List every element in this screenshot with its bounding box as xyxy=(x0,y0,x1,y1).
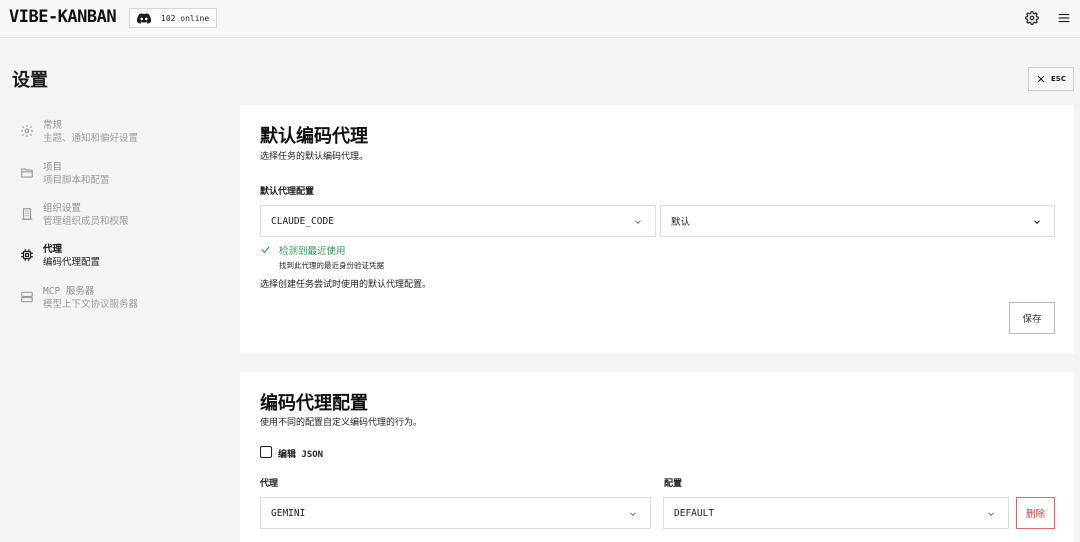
config-label: 配置 xyxy=(664,479,683,489)
sidebar-item-subtitle: 管理组织成员和权限 xyxy=(43,216,129,227)
edit-json-checkbox[interactable] xyxy=(260,446,272,458)
esc-label: ESC xyxy=(1051,75,1066,83)
default-agent-description: 选择任务的默认编码代理。 xyxy=(260,152,369,162)
default-agent-value: CLAUDE_CODE xyxy=(271,215,334,227)
sidebar-item-general[interactable]: 常规 主题、通知和偏好设置 xyxy=(20,120,230,156)
sidebar-item-organization[interactable]: 组织设置 管理组织成员和权限 xyxy=(20,203,230,239)
chevron-down-icon xyxy=(1034,220,1040,224)
agent-config-title: 编码代理配置 xyxy=(260,393,368,414)
discord-online-badge[interactable]: 102 online xyxy=(129,8,217,28)
config-value: DEFAULT xyxy=(674,507,715,519)
default-config-label: 默认代理配置 xyxy=(260,187,315,197)
agent-label: 代理 xyxy=(260,479,279,489)
cpu-icon xyxy=(21,249,33,261)
sidebar-item-subtitle: 项目脚本和配置 xyxy=(43,175,110,186)
default-agent-card: 默认编码代理 选择任务的默认编码代理。 默认代理配置 CLAUDE_CODE 默… xyxy=(240,105,1074,353)
sidebar-item-subtitle: 主题、通知和偏好设置 xyxy=(43,133,139,144)
default-agent-title: 默认编码代理 xyxy=(260,126,368,147)
default-config-help: 选择创建任务尝试时使用的默认代理配置。 xyxy=(260,280,432,290)
top-bar: VIBE-KANBAN 102 online xyxy=(0,0,1080,38)
check-icon xyxy=(261,246,270,254)
agent-config-card: 编码代理配置 使用不同的配置自定义编码代理的行为。 编辑 JSON 代理 配置 … xyxy=(240,372,1074,542)
edit-json-label: 编辑 JSON xyxy=(278,450,324,460)
online-count: 102 online xyxy=(161,13,210,23)
sidebar-item-title: 常规 xyxy=(43,120,63,131)
discord-icon xyxy=(137,12,151,24)
detection-detail: 找到此代理的最近身份验证凭据 xyxy=(279,261,384,270)
page-title: 设置 xyxy=(12,70,48,91)
sidebar-item-title: 项目 xyxy=(43,162,63,173)
chevron-down-icon xyxy=(988,512,994,516)
default-agent-select[interactable]: CLAUDE_CODE xyxy=(260,205,656,237)
close-button[interactable]: ESC xyxy=(1028,67,1074,91)
default-variant-value: 默认 xyxy=(671,217,691,228)
delete-button[interactable]: 删除 xyxy=(1016,497,1055,529)
building-icon xyxy=(21,208,33,220)
config-select[interactable]: DEFAULT xyxy=(663,497,1009,529)
sidebar-item-mcp-servers[interactable]: MCP 服务器 模型上下文协议服务器 xyxy=(20,286,230,322)
gear-icon[interactable] xyxy=(1025,11,1039,25)
sidebar-item-projects[interactable]: 项目 项目脚本和配置 xyxy=(20,162,230,198)
agent-config-description: 使用不同的配置自定义编码代理的行为。 xyxy=(260,418,423,428)
gear-icon xyxy=(21,125,33,137)
sidebar-item-title: 组织设置 xyxy=(43,203,82,214)
sidebar-item-agents[interactable]: 代理 编码代理配置 xyxy=(20,244,230,280)
folder-icon xyxy=(21,168,33,178)
default-variant-select[interactable]: 默认 xyxy=(660,205,1055,237)
sidebar-item-title: MCP 服务器 xyxy=(43,286,95,297)
close-icon xyxy=(1037,75,1045,83)
sidebar-item-title: 代理 xyxy=(43,244,63,255)
agent-select[interactable]: GEMINI xyxy=(260,497,651,529)
agent-value: GEMINI xyxy=(271,507,306,519)
sidebar-item-subtitle: 模型上下文协议服务器 xyxy=(43,299,139,310)
detection-status: 检测到最近使用 xyxy=(279,246,346,257)
chevron-down-icon xyxy=(635,220,641,224)
save-button[interactable]: 保存 xyxy=(1009,302,1055,334)
sidebar-item-subtitle: 编码代理配置 xyxy=(43,257,101,268)
menu-icon[interactable] xyxy=(1057,11,1071,25)
server-icon xyxy=(21,291,33,303)
chevron-down-icon xyxy=(630,512,636,516)
brand-logo[interactable]: VIBE-KANBAN xyxy=(9,7,117,27)
